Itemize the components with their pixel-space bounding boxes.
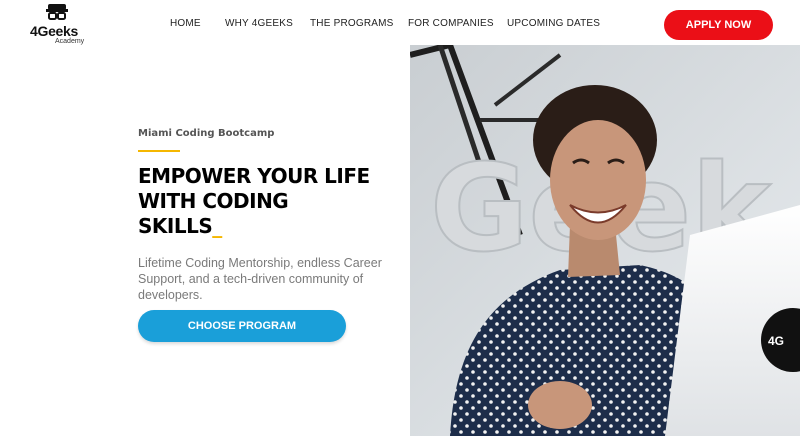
headline-line-2: WITH CODING <box>138 189 289 213</box>
hero-photo: Geek 4G <box>410 45 800 436</box>
laptop-badge-text: 4G <box>768 334 784 348</box>
site-header: 4Geeks Academy HOME WHY 4GEEKS THE PROGR… <box>0 0 800 46</box>
typing-cursor: _ <box>212 214 222 238</box>
nav-upcoming-dates[interactable]: UPCOMING DATES <box>507 18 600 29</box>
logo[interactable]: 4Geeks Academy <box>28 4 92 45</box>
hero-eyebrow: Miami Coding Bootcamp <box>138 128 275 139</box>
eyebrow-underline <box>138 150 180 152</box>
headline-line-3-text: SKILLS <box>138 214 213 238</box>
logo-wordmark: 4Geeks <box>30 23 79 39</box>
apply-now-button[interactable]: APPLY NOW <box>664 10 773 40</box>
choose-program-button[interactable]: CHOOSE PROGRAM <box>138 310 346 342</box>
logo-subtitle: Academy <box>55 38 85 45</box>
nav-home[interactable]: HOME <box>170 18 201 29</box>
headline-line-1: EMPOWER YOUR LIFE <box>138 164 370 188</box>
hero-headline: EMPOWER YOUR LIFE WITH CODING SKILLS_ <box>138 164 408 239</box>
headline-line-3: SKILLS_ <box>138 214 408 239</box>
hero-photo-illustration: Geek 4G <box>410 45 800 436</box>
nav-for-companies[interactable]: FOR COMPANIES <box>408 18 494 29</box>
geek-face-icon <box>46 4 68 20</box>
hero-subtext: Lifetime Coding Mentorship, endless Care… <box>138 256 382 302</box>
nav-why-4geeks[interactable]: WHY 4GEEKS <box>225 18 293 29</box>
nav-the-programs[interactable]: THE PROGRAMS <box>310 18 394 29</box>
